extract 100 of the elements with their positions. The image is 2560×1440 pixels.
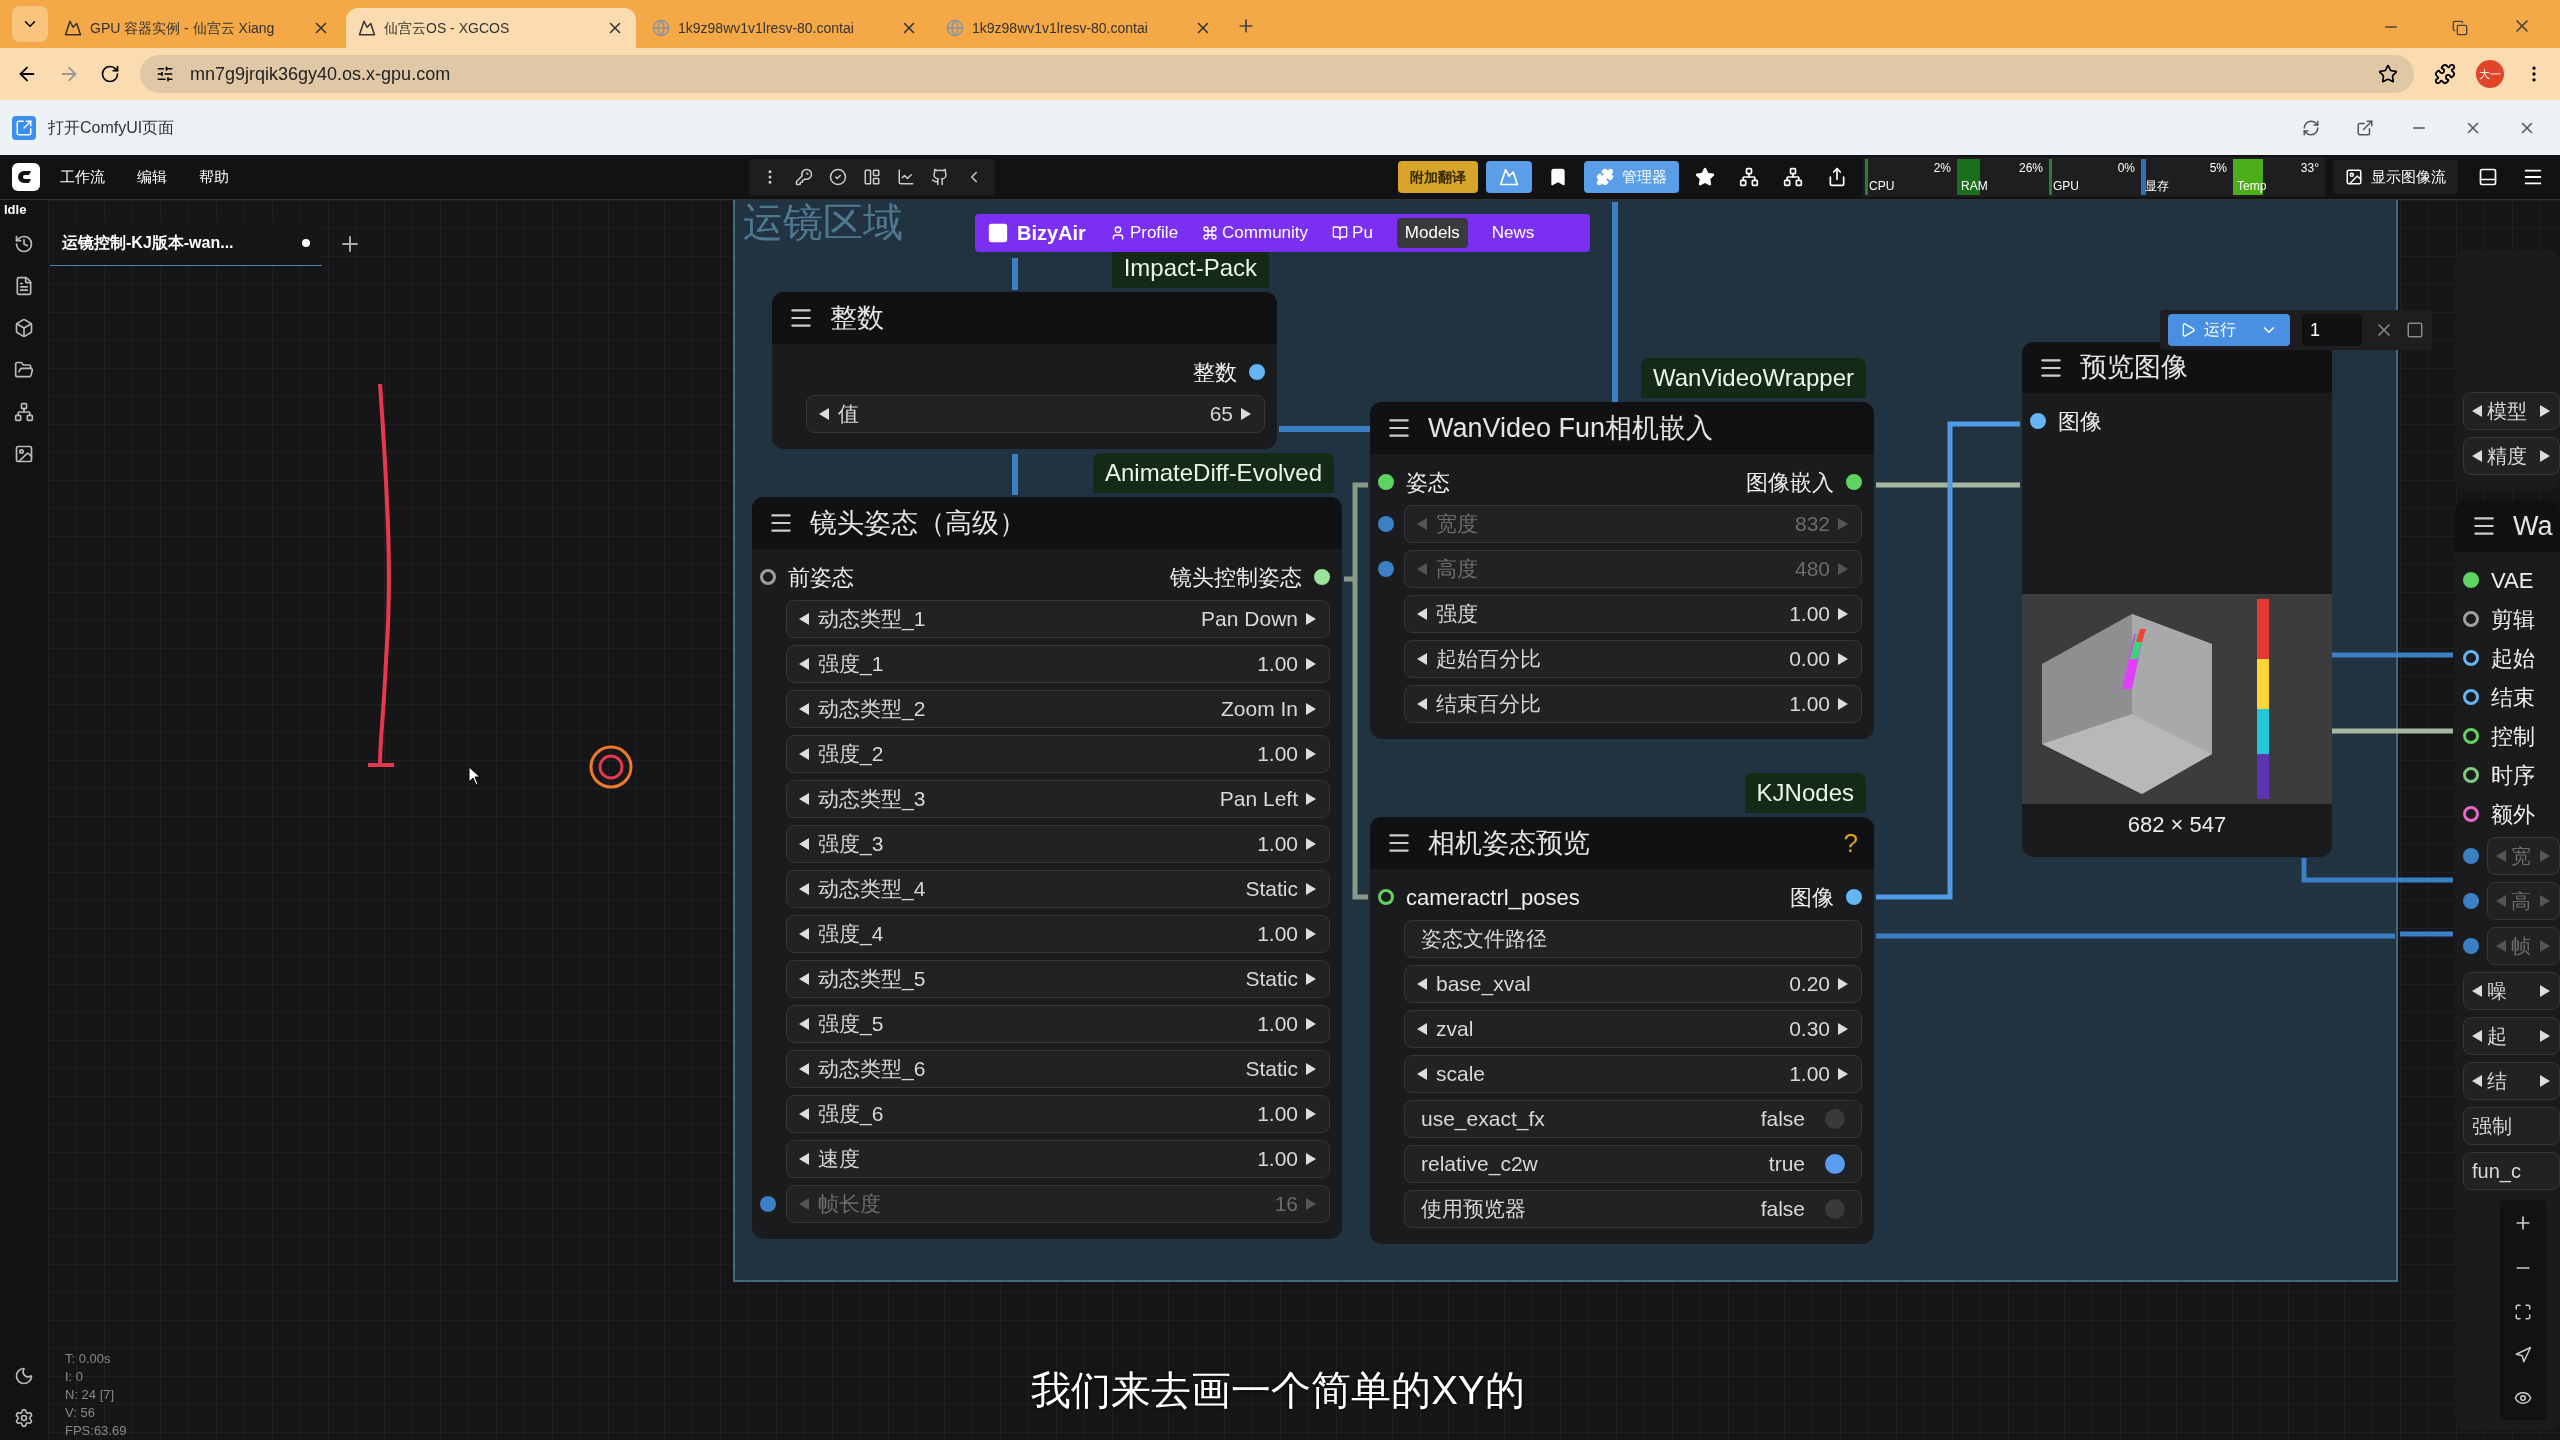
browser-tab[interactable]: 1k9z98wv1v1lresv-80.contai	[640, 8, 930, 48]
decrement-arrow-icon[interactable]	[799, 928, 810, 940]
number-widget[interactable]: 强度_5 1.00	[786, 1005, 1330, 1043]
bookmark-star-icon[interactable]	[2378, 64, 2398, 84]
node-title-bar[interactable]: 预览图像	[2022, 342, 2332, 393]
node-title-bar[interactable]: 相机姿态预览 ?	[1370, 817, 1874, 869]
node-card[interactable]: 预览图像 图像 682 × 547	[2022, 342, 2332, 857]
layout-icon[interactable]	[863, 168, 881, 186]
node-card[interactable]: Wa VAE 剪辑 起始 结束 控制 时序 额外 宽 高 帧 噪 起 结 强制 fun_c	[2455, 500, 2560, 1430]
github-icon[interactable]	[931, 168, 949, 186]
decrement-arrow-icon[interactable]	[2472, 450, 2483, 462]
increment-arrow-icon[interactable]	[1306, 658, 1317, 670]
toggle-widget[interactable]: relative_c2w true	[1404, 1145, 1862, 1183]
increment-arrow-icon[interactable]	[1306, 1108, 1317, 1120]
sketch-button[interactable]	[1486, 161, 1532, 193]
number-widget[interactable]: scale 1.00	[1404, 1055, 1862, 1093]
decrement-arrow-icon[interactable]	[2472, 1030, 2483, 1042]
node-icon[interactable]	[1783, 167, 1803, 187]
increment-arrow-icon[interactable]	[1306, 1063, 1317, 1075]
increment-arrow-icon[interactable]	[1838, 698, 1849, 710]
number-widget[interactable]: 强度_2 1.00	[786, 735, 1330, 773]
browser-tab[interactable]: 1k9z98wv1v1lresv-80.contai	[934, 8, 1224, 48]
settings-icon[interactable]	[14, 1408, 34, 1428]
increment-arrow-icon[interactable]	[1306, 1153, 1317, 1165]
toggle-widget[interactable]: 使用预览器 false	[1404, 1190, 1862, 1228]
number-widget[interactable]: 强度_1 1.00	[786, 645, 1330, 683]
increment-arrow-icon[interactable]	[2540, 405, 2551, 417]
link-wire[interactable]	[2332, 728, 2453, 734]
decrement-arrow-icon[interactable]	[2472, 1075, 2483, 1087]
decrement-arrow-icon[interactable]	[799, 613, 810, 625]
decrement-arrow-icon[interactable]	[799, 658, 810, 670]
decrement-arrow-icon[interactable]	[1417, 653, 1428, 665]
refresh-icon[interactable]	[2302, 118, 2320, 137]
help-mark[interactable]: ?	[1843, 823, 1858, 863]
decrement-arrow-icon[interactable]	[1417, 978, 1428, 990]
brand-name[interactable]: BizyAir	[987, 218, 1086, 248]
number-widget[interactable]: 强度_6 1.00	[786, 1095, 1330, 1133]
profile-avatar[interactable]: 大一	[2476, 60, 2504, 88]
decrement-arrow-icon[interactable]	[799, 1108, 810, 1120]
history-icon[interactable]	[14, 234, 34, 254]
extensions-icon[interactable]	[2434, 63, 2456, 85]
toggle-indicator[interactable]	[1825, 1154, 1845, 1174]
bizyair-nav-item[interactable]: Pu	[1332, 220, 1373, 246]
link-wire[interactable]	[2301, 858, 2453, 883]
number-widget[interactable]: 动态类型_4 Static	[786, 870, 1330, 908]
bizyair-nav-item[interactable]: News	[1491, 220, 1535, 246]
app-logo-icon[interactable]	[12, 163, 40, 191]
decrement-arrow-icon[interactable]	[799, 703, 810, 715]
decrement-arrow-icon[interactable]	[2472, 985, 2483, 997]
node-title-bar[interactable]: WanVideo Fun相机嵌入	[1370, 402, 1874, 454]
increment-arrow-icon[interactable]	[1306, 703, 1317, 715]
stop-icon[interactable]	[2406, 321, 2424, 339]
decrement-arrow-icon[interactable]	[1417, 1023, 1428, 1035]
decrement-arrow-icon[interactable]	[1417, 698, 1428, 710]
image-icon[interactable]	[14, 444, 34, 464]
decrement-arrow-icon[interactable]	[819, 408, 830, 420]
node-group[interactable]	[733, 200, 2398, 1282]
number-widget[interactable]: 强度_4 1.00	[786, 915, 1330, 953]
node-title-bar[interactable]: Wa	[2455, 500, 2560, 552]
decrement-arrow-icon[interactable]	[1417, 1068, 1428, 1080]
number-widget[interactable]: 模型	[2463, 392, 2560, 430]
menu-item[interactable]: 编辑	[125, 165, 179, 189]
decrement-arrow-icon[interactable]	[799, 838, 810, 850]
number-widget[interactable]: 起	[2463, 1017, 2560, 1055]
restore-icon[interactable]	[2452, 20, 2468, 36]
node-icon[interactable]	[1739, 167, 1759, 187]
number-widget[interactable]: 噪	[2463, 972, 2560, 1010]
number-widget[interactable]: 动态类型_3 Pan Left	[786, 780, 1330, 818]
star-icon[interactable]	[1695, 167, 1715, 187]
cube-icon[interactable]	[14, 318, 34, 338]
increment-arrow-icon[interactable]	[2540, 1030, 2551, 1042]
bookmark-icon[interactable]	[1548, 167, 1568, 187]
decrement-arrow-icon[interactable]	[799, 1063, 810, 1075]
bizyair-nav-item[interactable]: Profile	[1109, 220, 1179, 246]
workflow-tab[interactable]: 运镜控制-KJ版本-wan...	[50, 220, 322, 266]
link-wire[interactable]	[1876, 421, 2020, 900]
text-widget[interactable]: 强制	[2463, 1107, 2560, 1145]
increment-arrow-icon[interactable]	[2540, 450, 2551, 462]
reload-icon[interactable]	[100, 64, 120, 84]
number-widget[interactable]: 动态类型_5 Static	[786, 960, 1330, 998]
panel-icon[interactable]	[2478, 167, 2498, 187]
increment-arrow-icon[interactable]	[1306, 1018, 1317, 1030]
batch-count-field[interactable]: 1	[2302, 314, 2362, 346]
decrement-arrow-icon[interactable]	[799, 748, 810, 760]
menu-item[interactable]: 工作流	[48, 165, 117, 189]
key-icon[interactable]	[795, 168, 813, 186]
increment-arrow-icon[interactable]	[1838, 1068, 1849, 1080]
increment-arrow-icon[interactable]	[1306, 928, 1317, 940]
number-widget[interactable]: 动态类型_1 Pan Down	[786, 600, 1330, 638]
increment-arrow-icon[interactable]	[1838, 608, 1849, 620]
number-widget[interactable]: 结	[2463, 1062, 2560, 1100]
increment-arrow-icon[interactable]	[2540, 1075, 2551, 1087]
node-canvas[interactable]	[48, 200, 2560, 1440]
number-widget[interactable]: zval 0.30	[1404, 1010, 1862, 1048]
number-widget[interactable]: 精度	[2463, 437, 2560, 475]
menu-item[interactable]: 帮助	[187, 165, 241, 189]
decrement-arrow-icon[interactable]	[799, 793, 810, 805]
text-widget[interactable]: fun_c	[2463, 1152, 2560, 1190]
moon-icon[interactable]	[14, 1366, 34, 1386]
hierarchy-icon[interactable]	[14, 402, 34, 422]
